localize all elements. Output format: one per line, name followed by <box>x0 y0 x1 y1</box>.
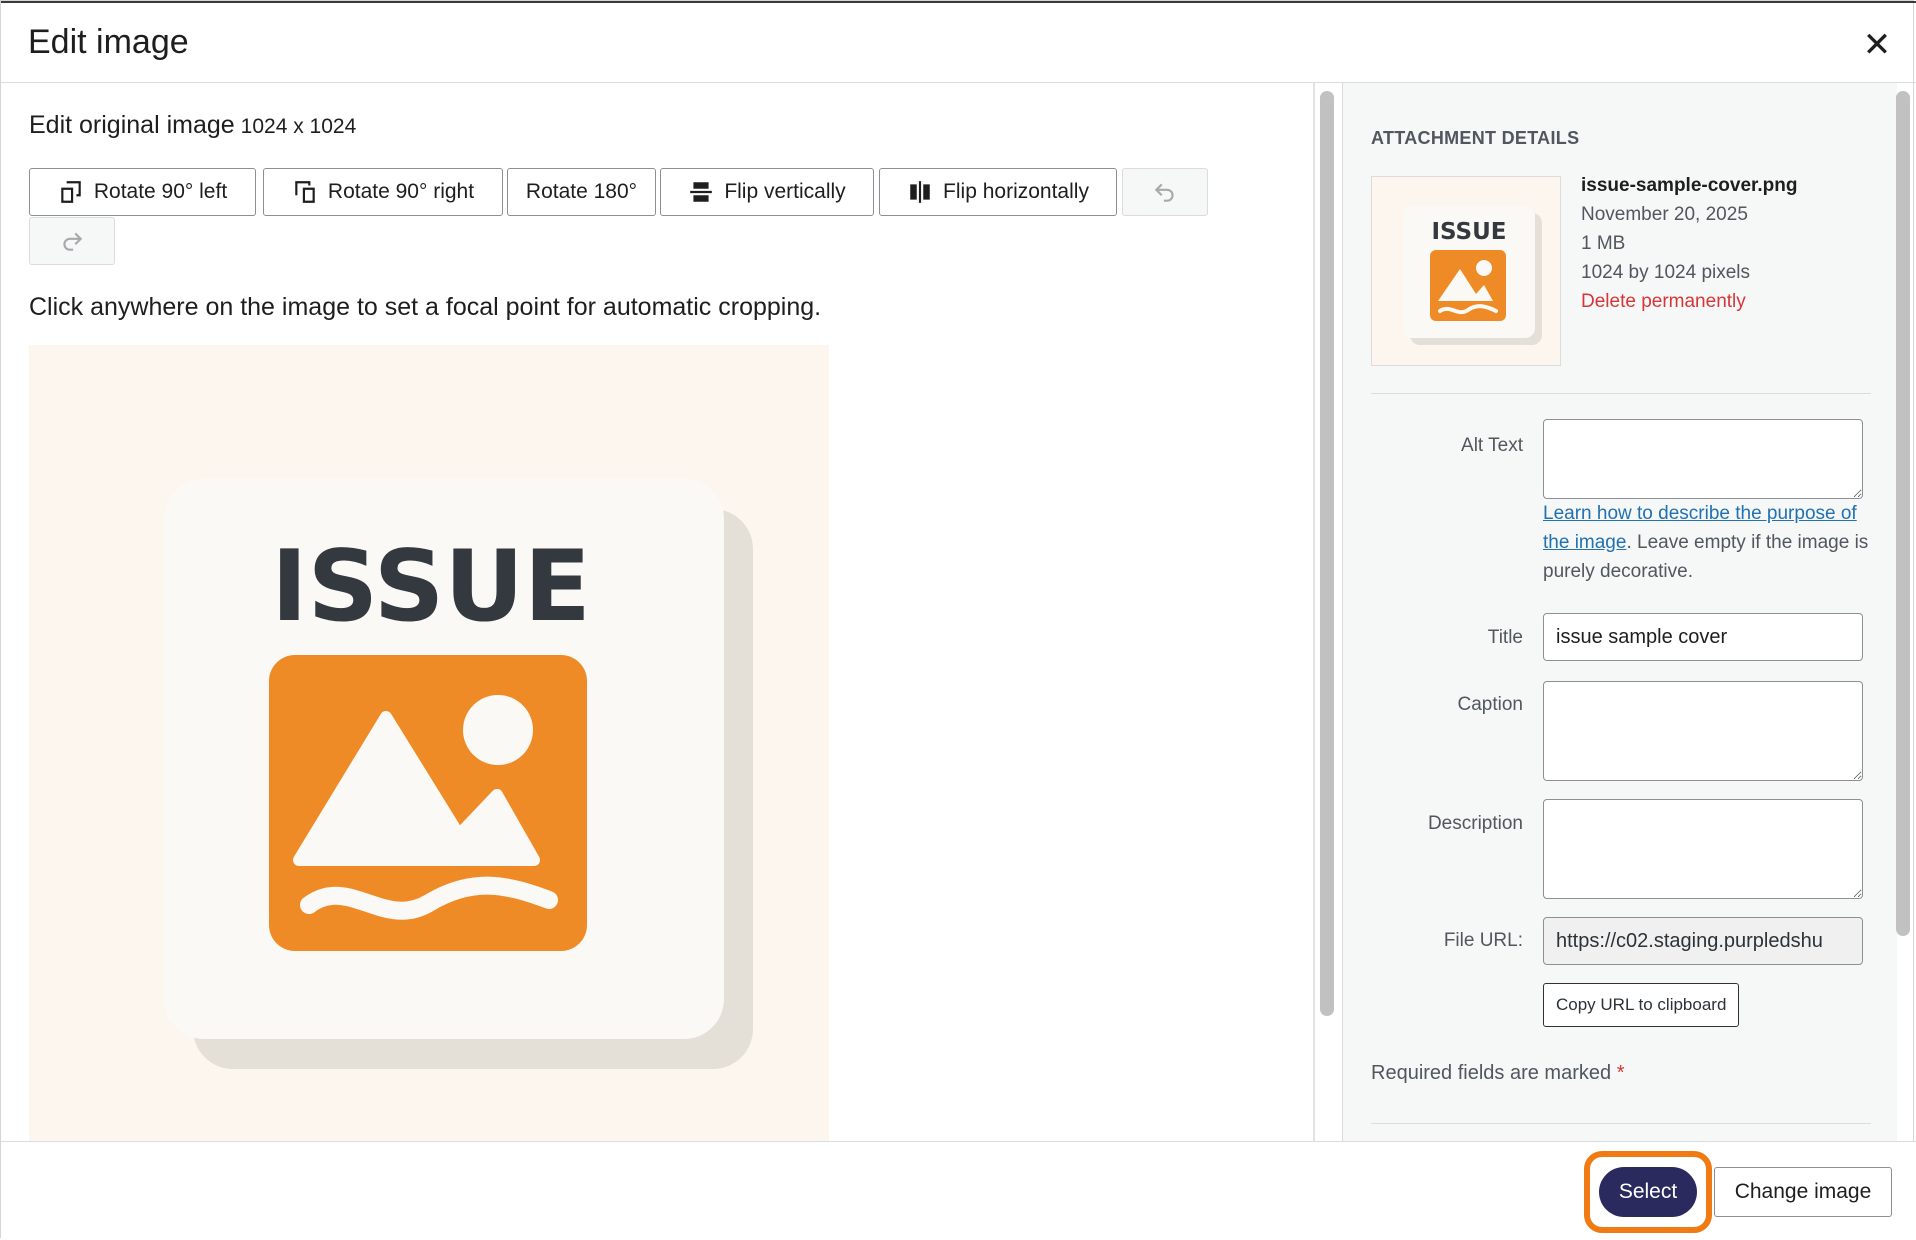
image-editor: Edit original image 1024 x 1024 Rotate 90… <box>1 83 1313 1141</box>
description-field[interactable] <box>1543 799 1863 899</box>
rotate-180-label: Rotate 180° <box>525 180 638 203</box>
required-fields-text: Required fields are marked <box>1371 1062 1612 1084</box>
bottom-separator <box>1371 1123 1871 1124</box>
thumbnail-image: ISSUE <box>1403 206 1542 345</box>
rotate-right-icon <box>295 181 315 203</box>
attachment-details-heading: ATTACHMENT DETAILS <box>1371 128 1580 148</box>
alt-text-help: Learn how to describe the purpose of the… <box>1543 499 1873 586</box>
upload-date: November 20, 2025 <box>1581 204 1748 225</box>
alt-text-field[interactable] <box>1543 419 1863 499</box>
description-label: Description <box>1427 813 1523 834</box>
attachment-meta: issue-sample-cover.png November 20, 2025… <box>1581 171 1797 316</box>
image-dimensions: 1024 by 1024 pixels <box>1581 262 1751 283</box>
sidebar-scrollbar[interactable] <box>1896 91 1910 936</box>
flip-horizontal-button[interactable]: Flip horizontally <box>879 168 1117 216</box>
title-field[interactable] <box>1543 613 1863 661</box>
redo-button[interactable] <box>29 217 115 265</box>
modal-title: Edit image <box>28 23 189 61</box>
caption-field[interactable] <box>1543 681 1863 781</box>
flip-vertical-label: Flip vertically <box>724 180 846 203</box>
edit-image-modal: Edit image ✕ Edit original image 1024 x 1… <box>0 0 1916 1239</box>
image-preview[interactable]: ISSUE <box>29 345 829 1141</box>
file-size: 1 MB <box>1581 233 1626 254</box>
alt-text-label: Alt Text <box>1461 435 1523 456</box>
flip-vertical-icon <box>690 182 713 202</box>
flip-horizontal-icon <box>910 181 930 203</box>
focal-point-hint: Click anywhere on the image to set a foc… <box>29 293 822 321</box>
modal-header: Edit image ✕ <box>1 3 1916 83</box>
edit-original-label: Edit original image <box>29 111 235 139</box>
rotate-left-icon <box>61 181 81 203</box>
undo-icon <box>1154 183 1174 202</box>
attachment-details-sidebar: ATTACHMENT DETAILS ISSUE issue-sample-co… <box>1342 83 1897 1141</box>
file-url-field[interactable] <box>1543 917 1863 965</box>
details-separator <box>1371 393 1871 394</box>
rotate-left-button[interactable]: Rotate 90° left <box>29 168 256 216</box>
file-name: issue-sample-cover.png <box>1581 175 1798 196</box>
delete-permanently-link[interactable]: Delete permanently <box>1581 287 1797 316</box>
file-url-label: File URL: <box>1443 930 1523 951</box>
cover-issue-text: ISSUE <box>271 530 591 644</box>
caption-label: Caption <box>1457 694 1524 715</box>
edit-original-heading: Edit original image 1024 x 1024 <box>29 111 356 140</box>
copy-url-button[interactable]: Copy URL to clipboard <box>1543 983 1740 1027</box>
flip-vertical-button[interactable]: Flip vertically <box>660 168 874 216</box>
flip-horizontal-label: Flip horizontally <box>943 180 1089 203</box>
issue-cover-image: ISSUE <box>164 479 753 1069</box>
original-size: 1024 x 1024 <box>240 115 357 138</box>
required-asterisk: * <box>1616 1062 1625 1084</box>
title-label: Title <box>1487 627 1523 648</box>
undo-button[interactable] <box>1122 168 1208 216</box>
change-image-button[interactable]: Change image <box>1714 1167 1892 1217</box>
rotate-right-label: Rotate 90° right <box>327 180 475 203</box>
select-button[interactable]: Select <box>1599 1167 1697 1217</box>
panel-divider <box>1313 83 1315 1141</box>
editor-scrollbar[interactable] <box>1320 91 1334 1016</box>
rotate-left-label: Rotate 90° left <box>93 180 228 203</box>
attachment-thumbnail: ISSUE <box>1371 176 1561 366</box>
rotate-right-button[interactable]: Rotate 90° right <box>263 168 503 216</box>
redo-icon <box>63 232 83 251</box>
required-fields-note: Required fields are marked * <box>1371 1062 1624 1085</box>
thumbnail-issue-text: ISSUE <box>1431 219 1506 245</box>
rotate-180-button[interactable]: Rotate 180° <box>507 168 656 216</box>
close-icon[interactable]: ✕ <box>1857 25 1897 65</box>
